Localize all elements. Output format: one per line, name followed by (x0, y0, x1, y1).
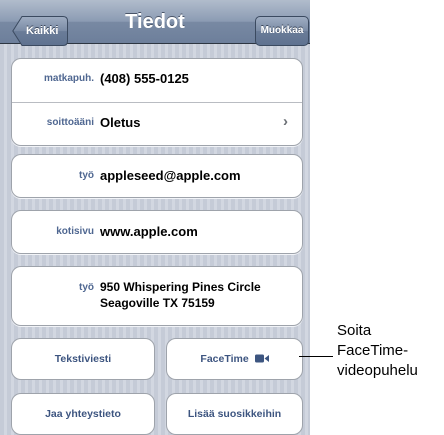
text-message-button[interactable]: Tekstiviesti (11, 338, 155, 380)
email-row[interactable]: työ appleseed@apple.com (11, 154, 303, 198)
video-camera-icon (254, 354, 269, 363)
phone-value: (408) 555-0125 (100, 71, 189, 86)
chevron-right-icon: › (283, 113, 288, 130)
address-line2: Seagoville TX 75159 (100, 296, 215, 310)
phone-ringtone-group: matkapuh. (408) 555-0125 soittoääni Olet… (11, 58, 303, 146)
phone-label: matkapuh. (43, 73, 94, 84)
callout-line (299, 356, 333, 357)
add-favorite-label: Lisää suosikkeihin (187, 408, 282, 420)
back-button[interactable]: Kaikki (12, 16, 68, 46)
share-contact-button[interactable]: Jaa yhteystieto (11, 393, 155, 435)
callout-line-1: Soita (337, 322, 372, 339)
facetime-callout: Soita FaceTime- videopuhelu (337, 321, 444, 381)
text-message-label: Tekstiviesti (54, 353, 112, 365)
address-row[interactable]: työ 950 Whispering Pines Circle Seagovil… (11, 266, 303, 326)
share-contact-label: Jaa yhteystieto (45, 408, 121, 420)
ringtone-value: Oletus (100, 115, 141, 130)
facetime-label: FaceTime (200, 353, 249, 365)
callout-line-3: videopuhelu (337, 362, 418, 379)
email-value: appleseed@apple.com (100, 168, 241, 183)
phone-screen: Tiedot Kaikki Muokkaa matkapuh. (408) 55… (0, 0, 310, 435)
email-label: työ (79, 170, 94, 181)
address-line1: 950 Whispering Pines Circle (100, 280, 261, 294)
ringtone-row[interactable]: soittoääni Oletus › (12, 103, 302, 146)
callout-line-2: FaceTime- (337, 342, 409, 359)
add-favorite-button[interactable]: Lisää suosikkeihin (166, 393, 303, 435)
phone-row[interactable]: matkapuh. (408) 555-0125 (12, 59, 302, 102)
homepage-value: www.apple.com (100, 224, 198, 239)
facetime-button[interactable]: FaceTime (166, 338, 303, 380)
back-button-label: Kaikki (26, 25, 59, 37)
homepage-label: kotisivu (56, 226, 94, 237)
ringtone-label: soittoääni (46, 117, 94, 128)
navigation-bar: Tiedot Kaikki Muokkaa (0, 0, 310, 46)
homepage-row[interactable]: kotisivu www.apple.com (11, 210, 303, 254)
address-label: työ (79, 282, 94, 293)
edit-button[interactable]: Muokkaa (255, 16, 309, 46)
